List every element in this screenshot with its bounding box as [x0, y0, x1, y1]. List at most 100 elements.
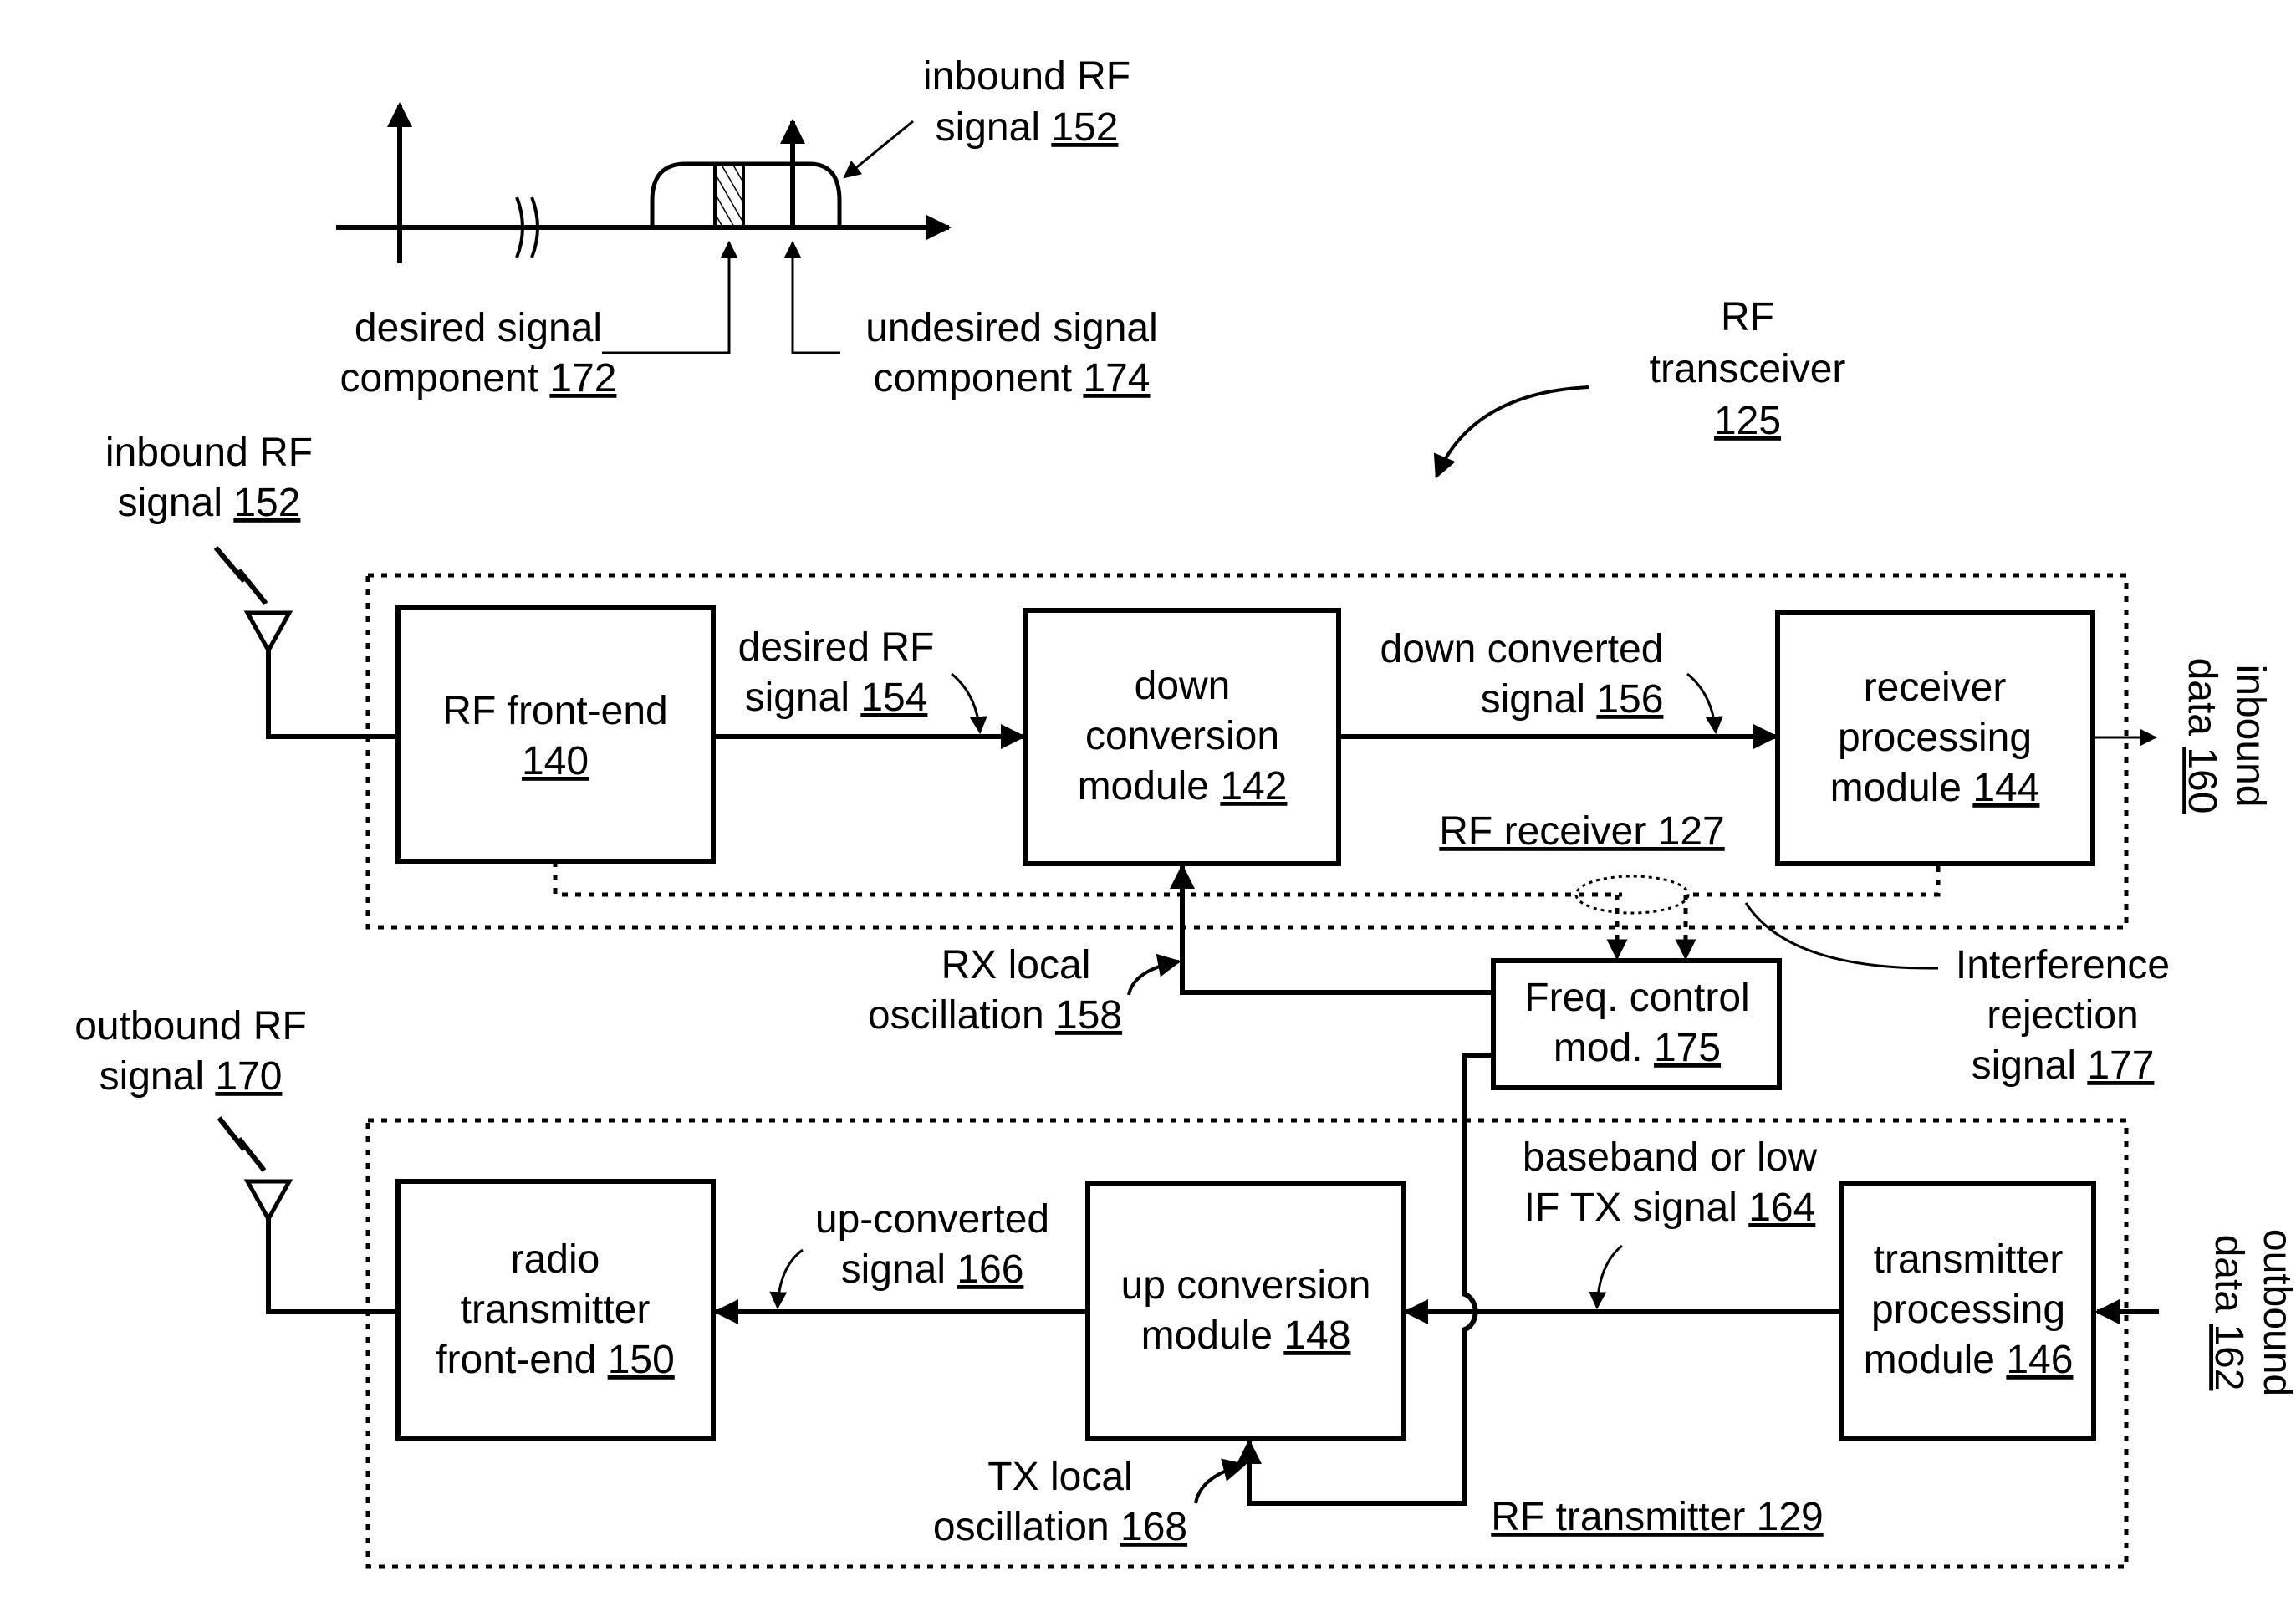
rx-proc-ref: 144	[1972, 766, 2039, 810]
interference-label-2: rejection	[1987, 993, 2138, 1038]
sig154-ref: 154	[860, 676, 927, 720]
spectrum-inbound-label-2: signal	[936, 105, 1040, 150]
rf-front-end-block	[395, 605, 716, 864]
undesired-component-label-2: component	[874, 356, 1073, 400]
inbound-data-ref: 160	[2180, 747, 2224, 814]
outbound-data-ref: 162	[2207, 1324, 2251, 1390]
sig164-label: baseband or low	[1523, 1135, 1818, 1180]
interference-label-1: Interference	[1956, 943, 2170, 987]
desired-component-ref: 172	[549, 356, 616, 400]
rf-transmitter-section: outbound RF signal 170 radio transmitter…	[74, 1004, 2296, 1569]
spectrum-inbound-ref: 152	[1051, 105, 1118, 150]
freq-control-ref: 175	[1654, 1026, 1721, 1070]
tx-antenna-icon	[243, 1179, 293, 1224]
svg-text:component 172: component 172	[340, 356, 617, 400]
sig164-pointer	[1589, 1244, 1623, 1310]
svg-text:signal 156: signal 156	[1481, 677, 1664, 722]
down-conv-label-2: conversion	[1085, 714, 1279, 758]
tx-antenna-feed	[266, 1219, 398, 1314]
outbound-data-label-2: data	[2207, 1235, 2251, 1313]
sig154-pointer	[951, 672, 987, 735]
desired-pointer	[602, 240, 738, 354]
freq-control-label: Freq. control	[1524, 976, 1749, 1020]
rf-front-end-ref: 140	[522, 739, 589, 783]
svg-text:oscillation 158: oscillation 158	[868, 993, 1122, 1038]
inbound-spectrum-envelope	[650, 161, 842, 227]
svg-text:signal 154: signal 154	[745, 676, 928, 720]
svg-text:inbound RF: inbound RF	[923, 54, 1130, 99]
rf-receiver-section: inbound RF signal 152 RF front-end 140 d…	[105, 431, 2273, 930]
svg-text:undesired signal: undesired signal	[865, 306, 1158, 350]
undesired-pointer	[783, 240, 840, 354]
radio-tx-label-2: transmitter	[461, 1288, 651, 1332]
tx-lo-ref: 168	[1120, 1505, 1187, 1549]
svg-text:module 148: module 148	[1141, 1313, 1351, 1358]
freq-control-label-2: mod.	[1554, 1026, 1643, 1070]
sig156-label: down converted	[1380, 627, 1664, 671]
sig154-label-2: signal	[745, 676, 850, 720]
tx-antenna-label: outbound RF	[74, 1004, 307, 1048]
svg-text:front-end 150: front-end 150	[436, 1338, 675, 1382]
sig156-label-2: signal	[1481, 677, 1585, 722]
desired-component-label: desired signal	[355, 306, 602, 350]
sig164-ref: 164	[1748, 1186, 1815, 1230]
sig154-label: desired RF	[738, 625, 935, 670]
up-conv-label-2: module	[1141, 1313, 1273, 1358]
down-conv-ref: 142	[1220, 764, 1287, 808]
svg-text:IF TX signal 164: IF TX signal 164	[1524, 1186, 1816, 1230]
inbound-data-label: inbound	[2228, 665, 2273, 808]
rx-antenna-ref: 152	[233, 481, 300, 525]
sig166-ref: 166	[957, 1247, 1023, 1292]
svg-text:component 174: component 174	[874, 356, 1151, 400]
rx-proc-label-3: module	[1830, 766, 1962, 810]
rx-proc-label-2: processing	[1838, 716, 2032, 760]
svg-text:signal 177: signal 177	[1972, 1043, 2155, 1088]
interference-label-3: signal	[1972, 1043, 2076, 1088]
rx-proc-label-1: receiver	[1864, 666, 2007, 710]
radio-tx-label-1: radio	[511, 1237, 600, 1282]
tx-proc-ref: 146	[2006, 1338, 2073, 1382]
rx-lightning-icon	[213, 546, 268, 605]
rx-lo-label-2: oscillation	[868, 993, 1044, 1038]
svg-text:signal 152: signal 152	[118, 481, 301, 525]
transceiver-ref: 125	[1714, 399, 1781, 443]
outbound-data-label: outbound	[2255, 1229, 2296, 1396]
down-conv-label-1: down	[1135, 664, 1231, 708]
rx-antenna-feed	[266, 650, 398, 739]
svg-text:oscillation 168: oscillation 168	[933, 1505, 1187, 1549]
up-conversion-block	[1085, 1181, 1406, 1441]
sig164-label-2: IF TX signal	[1524, 1186, 1737, 1230]
tx-lightning-icon	[217, 1116, 267, 1172]
tx-antenna-ref: 170	[215, 1054, 282, 1099]
up-conv-label-1: up conversion	[1121, 1263, 1371, 1308]
svg-text:data 162: data 162	[2207, 1235, 2251, 1391]
rx-antenna-label-2: signal	[118, 481, 222, 525]
rx-lo-label: RX local	[941, 943, 1091, 987]
sig166-label-2: signal	[841, 1247, 946, 1292]
svg-text:data 160: data 160	[2180, 658, 2224, 814]
radio-tx-label-3: front-end	[436, 1338, 596, 1382]
svg-text:signal 166: signal 166	[841, 1247, 1024, 1292]
interference-ref: 177	[2087, 1043, 2154, 1088]
svg-text:module 144: module 144	[1830, 766, 2040, 810]
spectrum-inbound-label: inbound RF	[923, 54, 1130, 99]
undesired-component-ref: 174	[1083, 356, 1150, 400]
rf-front-end-label: RF front-end	[442, 689, 667, 733]
svg-text:signal 152: signal 152	[936, 105, 1119, 150]
rx-lo-ref: 158	[1055, 993, 1122, 1038]
rf-receiver-title: RF receiver 127	[1439, 809, 1724, 854]
rf-transceiver-diagram: inbound RF signal 152 desired signal com…	[74, 54, 2296, 1569]
rx-antenna-label: inbound RF	[105, 431, 313, 475]
transceiver-label-2: transceiver	[1650, 347, 1846, 391]
undesired-component-label: undesired signal	[865, 306, 1158, 350]
rf-transmitter-title: RF transmitter 129	[1491, 1495, 1823, 1539]
tx-proc-label-3: module	[1864, 1338, 1995, 1382]
desired-component-label-2: component	[340, 356, 539, 400]
svg-text:module 142: module 142	[1078, 764, 1288, 808]
tx-lo-label: TX local	[987, 1455, 1132, 1499]
transceiver-label: RF transceiver 125	[1433, 295, 1846, 479]
tx-proc-label-2: processing	[1871, 1288, 2065, 1332]
transceiver-label-1: RF	[1721, 295, 1774, 339]
transceiver-pointer	[1433, 385, 1589, 479]
inbound-data-label-2: data	[2180, 658, 2224, 737]
